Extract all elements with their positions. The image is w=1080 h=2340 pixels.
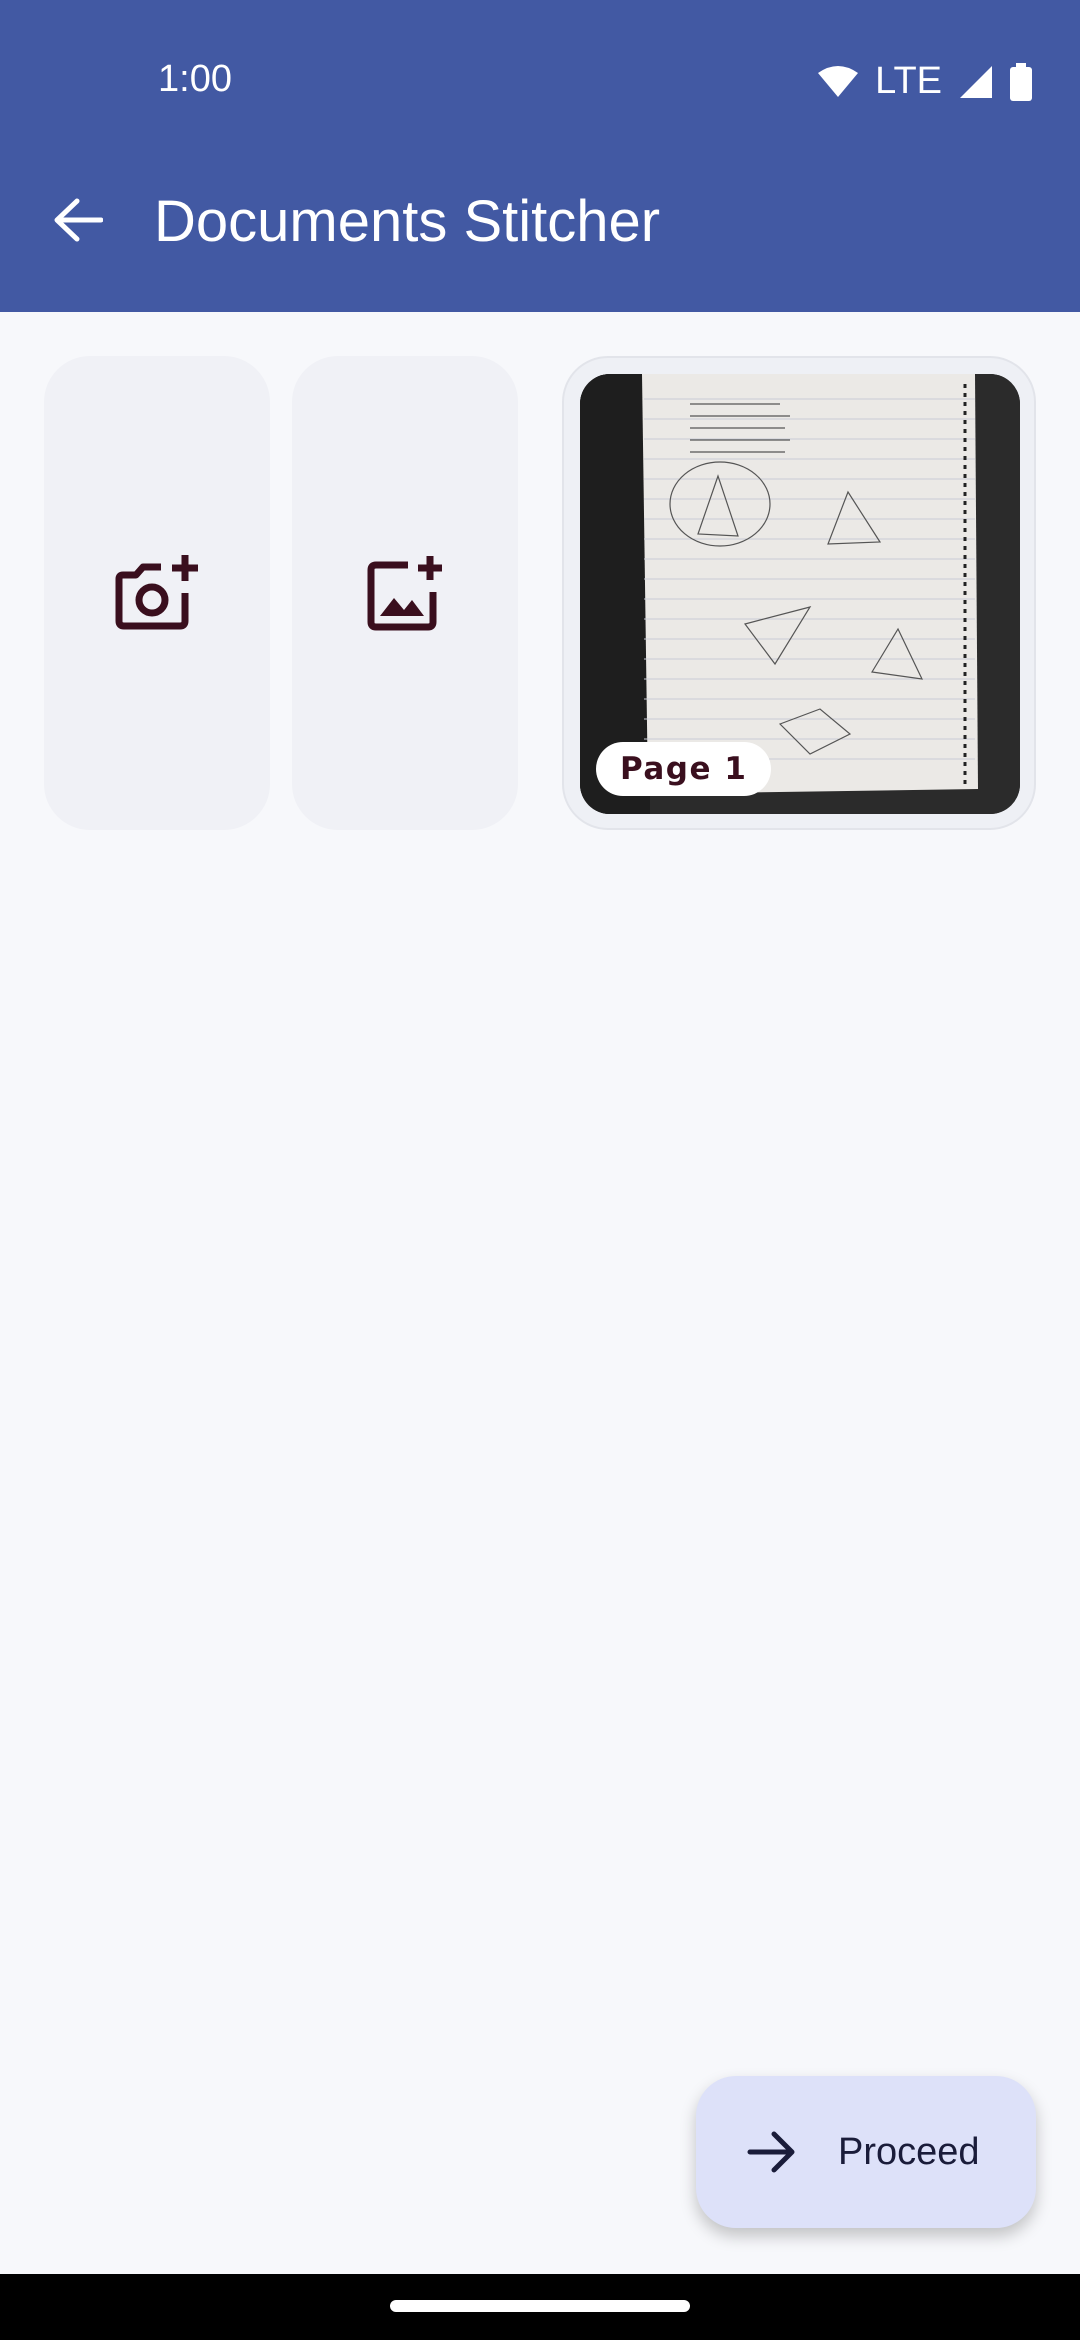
add-from-gallery-button[interactable] (292, 356, 518, 830)
add-from-camera-button[interactable] (44, 356, 270, 830)
proceed-button[interactable]: Proceed (696, 2076, 1036, 2228)
arrow-forward-icon (747, 2131, 795, 2173)
network-type: LTE (875, 60, 942, 102)
home-gesture-handle[interactable] (390, 2300, 690, 2312)
back-button[interactable] (48, 190, 108, 250)
wifi-icon (818, 65, 859, 97)
page-label-chip: Page 1 (596, 742, 772, 796)
battery-icon (1010, 62, 1032, 101)
page-title: Documents Stitcher (154, 189, 661, 254)
page-card[interactable]: Page 1 (562, 356, 1036, 830)
app-bar: 1:00 LTE Documents Stitcher (0, 0, 1080, 312)
proceed-label: Proceed (838, 2130, 980, 2173)
arrow-back-icon (54, 198, 103, 242)
signal-icon (960, 65, 992, 98)
add-photo-alternate-icon (367, 556, 442, 631)
status-icons: LTE (817, 60, 1032, 103)
status-time: 1:00 (158, 58, 232, 100)
add-a-photo-icon (115, 555, 198, 630)
